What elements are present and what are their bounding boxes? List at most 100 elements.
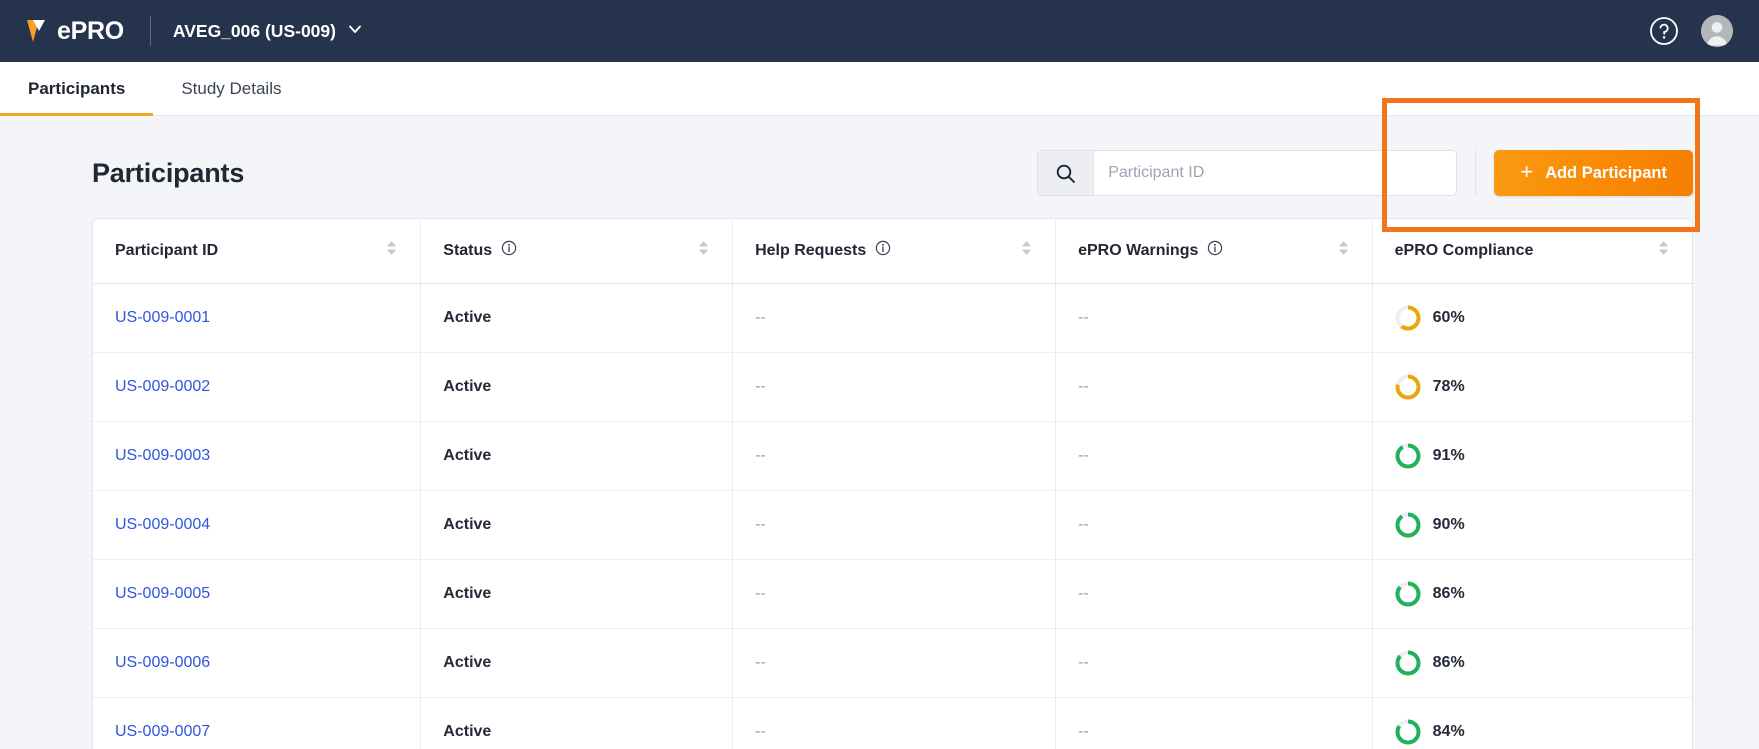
column-header-status[interactable]: Status bbox=[421, 219, 733, 283]
compliance-percent: 60% bbox=[1433, 309, 1465, 327]
epro-warnings-value: -- bbox=[1078, 654, 1089, 671]
cell-participant-id: US-009-0004 bbox=[93, 490, 421, 559]
search-icon bbox=[1038, 151, 1094, 195]
info-icon[interactable] bbox=[875, 240, 891, 261]
sort-icon[interactable] bbox=[1657, 239, 1670, 262]
compliance-percent: 91% bbox=[1433, 447, 1465, 465]
brand-logo[interactable]: ePRO bbox=[22, 14, 124, 48]
add-participant-button[interactable]: + Add Participant bbox=[1494, 150, 1693, 196]
status-value: Active bbox=[443, 654, 491, 671]
page-header: Participants + Add Participant bbox=[0, 142, 1759, 204]
column-header-help-requests[interactable]: Help Requests bbox=[733, 219, 1056, 283]
cell-status: Active bbox=[421, 490, 733, 559]
cell-epro-compliance: 60% bbox=[1372, 283, 1692, 352]
cell-help-requests: -- bbox=[733, 559, 1056, 628]
tab-study-details[interactable]: Study Details bbox=[153, 62, 309, 115]
participant-id-link[interactable]: US-009-0005 bbox=[115, 585, 210, 602]
tab-study-details-label: Study Details bbox=[181, 79, 281, 99]
sort-icon[interactable] bbox=[1020, 239, 1033, 262]
sort-icon[interactable] bbox=[385, 239, 398, 262]
cell-epro-warnings: -- bbox=[1056, 352, 1373, 421]
column-header-epro-compliance-label: ePRO Compliance bbox=[1395, 242, 1534, 260]
participant-id-link[interactable]: US-009-0007 bbox=[115, 723, 210, 740]
cell-epro-warnings: -- bbox=[1056, 490, 1373, 559]
participant-id-link[interactable]: US-009-0004 bbox=[115, 516, 210, 533]
participant-id-link[interactable]: US-009-0001 bbox=[115, 309, 210, 326]
epro-warnings-value: -- bbox=[1078, 378, 1089, 395]
topbar-actions bbox=[1649, 15, 1733, 47]
user-avatar-icon[interactable] bbox=[1701, 15, 1733, 47]
participant-id-link[interactable]: US-009-0006 bbox=[115, 654, 210, 671]
top-navigation-bar: ePRO AVEG_006 (US-009) bbox=[0, 0, 1759, 62]
column-header-participant-id[interactable]: Participant ID bbox=[93, 219, 421, 283]
cell-status: Active bbox=[421, 421, 733, 490]
compliance-percent: 78% bbox=[1433, 378, 1465, 396]
table-body: US-009-0001Active----60%US-009-0002Activ… bbox=[93, 283, 1692, 749]
compliance-donut-icon bbox=[1395, 305, 1421, 331]
participant-id-link[interactable]: US-009-0003 bbox=[115, 447, 210, 464]
table-header-row: Participant ID bbox=[93, 219, 1692, 283]
epro-warnings-value: -- bbox=[1078, 585, 1089, 602]
cell-status: Active bbox=[421, 283, 733, 352]
cell-participant-id: US-009-0005 bbox=[93, 559, 421, 628]
tab-participants-label: Participants bbox=[28, 79, 125, 99]
column-header-epro-warnings[interactable]: ePRO Warnings bbox=[1056, 219, 1373, 283]
cell-help-requests: -- bbox=[733, 421, 1056, 490]
search-input[interactable] bbox=[1094, 151, 1456, 195]
status-value: Active bbox=[443, 447, 491, 464]
header-divider bbox=[150, 16, 151, 46]
study-selector-label: AVEG_006 (US-009) bbox=[173, 21, 336, 42]
cell-status: Active bbox=[421, 628, 733, 697]
column-header-participant-id-label: Participant ID bbox=[115, 242, 218, 260]
compliance-donut-icon bbox=[1395, 443, 1421, 469]
cell-epro-compliance: 91% bbox=[1372, 421, 1692, 490]
column-header-epro-compliance[interactable]: ePRO Compliance bbox=[1372, 219, 1692, 283]
cell-epro-compliance: 78% bbox=[1372, 352, 1692, 421]
cell-status: Active bbox=[421, 559, 733, 628]
help-requests-value: -- bbox=[755, 309, 766, 326]
cell-epro-compliance: 86% bbox=[1372, 559, 1692, 628]
epro-warnings-value: -- bbox=[1078, 516, 1089, 533]
cell-participant-id: US-009-0002 bbox=[93, 352, 421, 421]
compliance-donut-icon bbox=[1395, 650, 1421, 676]
status-value: Active bbox=[443, 309, 491, 326]
cell-help-requests: -- bbox=[733, 283, 1056, 352]
info-icon[interactable] bbox=[501, 240, 517, 261]
table-header: Participant ID bbox=[93, 219, 1692, 283]
cell-help-requests: -- bbox=[733, 352, 1056, 421]
cell-epro-compliance: 86% bbox=[1372, 628, 1692, 697]
chevron-down-icon bbox=[347, 21, 363, 42]
compliance-donut-icon bbox=[1395, 581, 1421, 607]
study-selector[interactable]: AVEG_006 (US-009) bbox=[173, 21, 363, 42]
sort-icon[interactable] bbox=[697, 239, 710, 262]
help-circle-icon[interactable] bbox=[1649, 16, 1679, 46]
column-header-epro-warnings-label: ePRO Warnings bbox=[1078, 242, 1198, 260]
cell-participant-id: US-009-0001 bbox=[93, 283, 421, 352]
help-requests-value: -- bbox=[755, 654, 766, 671]
plus-icon: + bbox=[1520, 161, 1533, 183]
info-icon[interactable] bbox=[1207, 240, 1223, 261]
column-header-status-label: Status bbox=[443, 242, 492, 260]
help-requests-value: -- bbox=[755, 378, 766, 395]
table-row: US-009-0005 Active -- -- 86% bbox=[93, 559, 1692, 628]
actions-divider bbox=[1475, 150, 1476, 196]
status-value: Active bbox=[443, 723, 491, 740]
status-value: Active bbox=[443, 378, 491, 395]
cell-help-requests: -- bbox=[733, 697, 1056, 749]
participants-page: Participants + Add Participant bbox=[0, 116, 1759, 749]
cell-participant-id: US-009-0007 bbox=[93, 697, 421, 749]
cell-epro-warnings: -- bbox=[1056, 421, 1373, 490]
compliance-percent: 90% bbox=[1433, 516, 1465, 534]
compliance-donut-icon bbox=[1395, 512, 1421, 538]
help-requests-value: -- bbox=[755, 723, 766, 740]
sort-icon[interactable] bbox=[1337, 239, 1350, 262]
v-logo-icon bbox=[22, 14, 56, 48]
participant-search[interactable] bbox=[1037, 150, 1457, 196]
brand-name: ePRO bbox=[57, 17, 124, 46]
status-value: Active bbox=[443, 585, 491, 602]
participant-id-link[interactable]: US-009-0002 bbox=[115, 378, 210, 395]
page-title: Participants bbox=[92, 158, 244, 189]
tab-participants[interactable]: Participants bbox=[0, 62, 153, 115]
cell-epro-warnings: -- bbox=[1056, 559, 1373, 628]
cell-status: Active bbox=[421, 697, 733, 749]
